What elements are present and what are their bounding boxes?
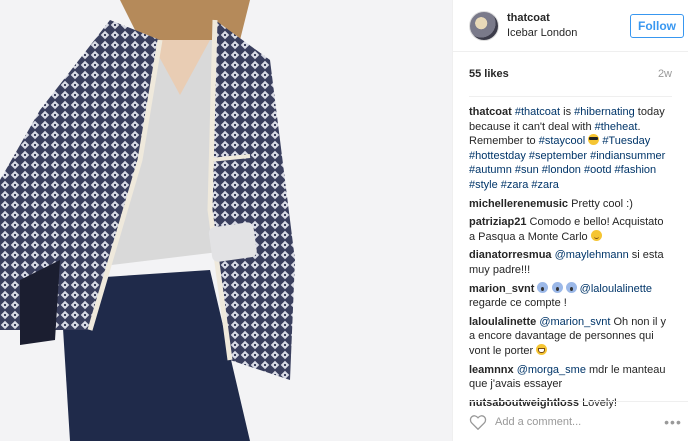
hashtag[interactable]: #theheat bbox=[595, 121, 638, 133]
list-item: patriziap21 Comodo e bello! Acquistato a… bbox=[469, 215, 672, 244]
coat-photo-illustration bbox=[0, 0, 452, 441]
post-header: thatcoat Icebar London Follow bbox=[453, 0, 688, 52]
post-age[interactable]: 2w bbox=[658, 68, 672, 80]
comment-bar: ••• bbox=[469, 401, 688, 441]
comment-text: regarde ce compte ! bbox=[469, 297, 567, 310]
username-link[interactable]: thatcoat bbox=[507, 11, 630, 26]
location-link[interactable]: Icebar London bbox=[507, 26, 630, 41]
screaming-emoji-icon bbox=[565, 281, 577, 293]
post-details-panel: thatcoat Icebar London Follow 55 likes 2… bbox=[452, 0, 688, 441]
comment-username[interactable]: laloulalinette bbox=[469, 316, 536, 328]
list-item: dianatorresmua @maylehmann si esta muy p… bbox=[469, 248, 672, 277]
comment-username[interactable]: michellerenemusic bbox=[469, 198, 568, 210]
list-item: leamnnx @morga_sme mdr le manteau que j'… bbox=[469, 363, 672, 392]
comments-list: thatcoat #thatcoat is #hibernating today… bbox=[453, 97, 688, 410]
heart-icon[interactable] bbox=[469, 414, 487, 430]
likes-count[interactable]: 55 likes bbox=[469, 68, 509, 80]
post-photo[interactable] bbox=[0, 0, 452, 441]
more-options-icon[interactable]: ••• bbox=[658, 414, 688, 430]
comment-username[interactable]: marion_svnt bbox=[469, 283, 534, 295]
list-item: michellerenemusic Pretty cool :) bbox=[469, 197, 672, 212]
caption-text: is bbox=[560, 106, 575, 118]
screaming-emoji-icon bbox=[537, 281, 549, 293]
add-comment-input[interactable] bbox=[495, 415, 658, 428]
post-stats: 55 likes 2w bbox=[469, 52, 672, 97]
mention-link[interactable]: @morga_sme bbox=[517, 364, 586, 376]
mention-link[interactable]: @laloulalinette bbox=[580, 283, 652, 295]
list-item: laloulalinette @marion_svnt Oh non il y … bbox=[469, 315, 672, 359]
sunglasses-emoji-icon bbox=[588, 134, 600, 146]
list-item: marion_svnt @laloulalinette regarde ce c… bbox=[469, 281, 672, 311]
user-info: thatcoat Icebar London bbox=[507, 11, 630, 41]
caption-username[interactable]: thatcoat bbox=[469, 106, 512, 118]
comment-username[interactable]: dianatorresmua bbox=[469, 249, 552, 261]
hashtag[interactable]: #thatcoat bbox=[515, 106, 560, 118]
hashtag[interactable]: #staycool bbox=[539, 135, 585, 147]
comment-username[interactable]: leamnnx bbox=[469, 364, 514, 376]
mention-link[interactable]: @marion_svnt bbox=[539, 316, 610, 328]
instagram-post: thatcoat Icebar London Follow 55 likes 2… bbox=[0, 0, 688, 441]
comment-text: Pretty cool :) bbox=[571, 197, 633, 210]
avatar[interactable] bbox=[469, 10, 499, 41]
follow-button[interactable]: Follow bbox=[630, 13, 684, 38]
comment-username[interactable]: patriziap21 bbox=[469, 216, 526, 228]
screaming-emoji-icon bbox=[551, 281, 563, 293]
hashtag[interactable]: #hibernating bbox=[574, 106, 635, 118]
mention-link[interactable]: @maylehmann bbox=[555, 249, 629, 261]
grinning-emoji-icon bbox=[536, 343, 548, 355]
caption: thatcoat #thatcoat is #hibernating today… bbox=[469, 105, 672, 193]
smiling-emoji-icon bbox=[590, 229, 602, 241]
